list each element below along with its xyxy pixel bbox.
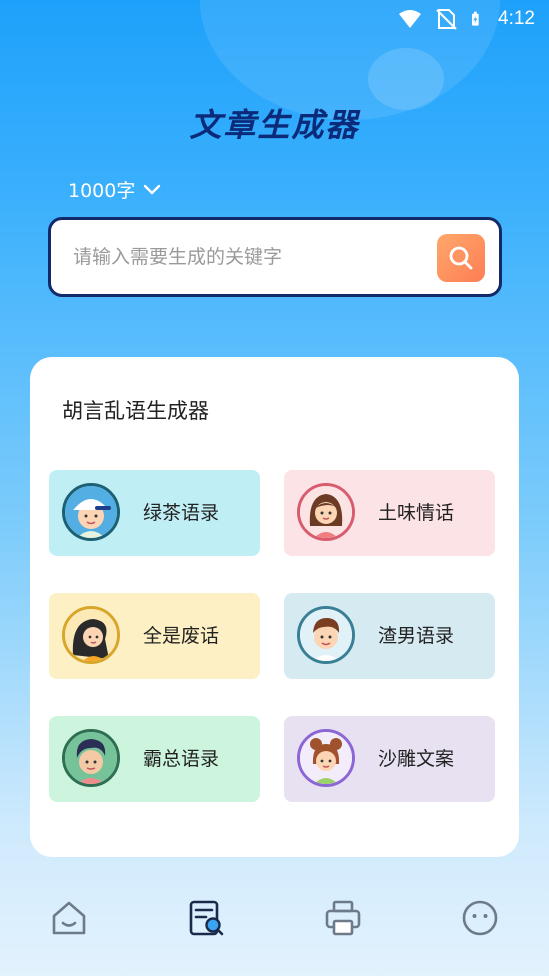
wifi-icon [399, 10, 422, 28]
generator-item-green-tea[interactable]: 绿茶语录 [49, 470, 260, 556]
generator-item-scumbag[interactable]: 渣男语录 [284, 593, 495, 679]
generator-card: 胡言乱语生成器 绿茶语录 土味情话 全是废话 渣男语录 霸总语录 沙雕文案 [30, 357, 519, 857]
length-dropdown[interactable]: 1000字 [68, 176, 161, 203]
nav-profile[interactable] [450, 888, 510, 948]
girl-avatar-icon [297, 483, 355, 541]
search-box [48, 217, 502, 297]
app-title: 文章生成器 [189, 106, 360, 144]
bottom-nav [0, 878, 549, 958]
nav-print[interactable] [313, 888, 373, 948]
man-avatar-icon [62, 729, 120, 787]
status-bar: 4:12 [0, 0, 549, 38]
generator-item-label: 渣男语录 [378, 625, 455, 647]
search-icon [449, 246, 473, 270]
boy-avatar-icon [297, 606, 355, 664]
generator-item-domineering-ceo[interactable]: 霸总语录 [49, 716, 260, 802]
no-sim-icon [436, 9, 457, 30]
chevron-down-icon [144, 184, 161, 194]
generator-item-silly-copy[interactable]: 沙雕文案 [284, 716, 495, 802]
generator-item-label: 绿茶语录 [143, 502, 220, 524]
length-dropdown-value: 1000字 [68, 180, 136, 202]
generator-item-label: 全是废话 [143, 625, 220, 647]
status-time: 4:12 [498, 8, 535, 29]
generator-item-cheesy-love[interactable]: 土味情话 [284, 470, 495, 556]
card-title: 胡言乱语生成器 [62, 399, 209, 423]
generator-item-label: 霸总语录 [143, 748, 220, 770]
boy-cap-avatar-icon [62, 483, 120, 541]
battery-charging-icon [472, 11, 479, 26]
girl-bun-avatar-icon [297, 729, 355, 787]
smiley-icon [463, 900, 498, 936]
search-input[interactable] [73, 246, 413, 268]
home-icon [52, 901, 85, 935]
nav-articles[interactable] [176, 888, 236, 948]
generator-item-label: 土味情话 [378, 502, 455, 524]
printer-icon [325, 900, 361, 936]
generator-item-nonsense[interactable]: 全是废话 [49, 593, 260, 679]
search-button[interactable] [437, 234, 485, 282]
document-search-icon [189, 900, 224, 936]
generator-item-label: 沙雕文案 [378, 748, 455, 770]
girl-long-hair-avatar-icon [62, 606, 120, 664]
nav-home[interactable] [39, 888, 99, 948]
